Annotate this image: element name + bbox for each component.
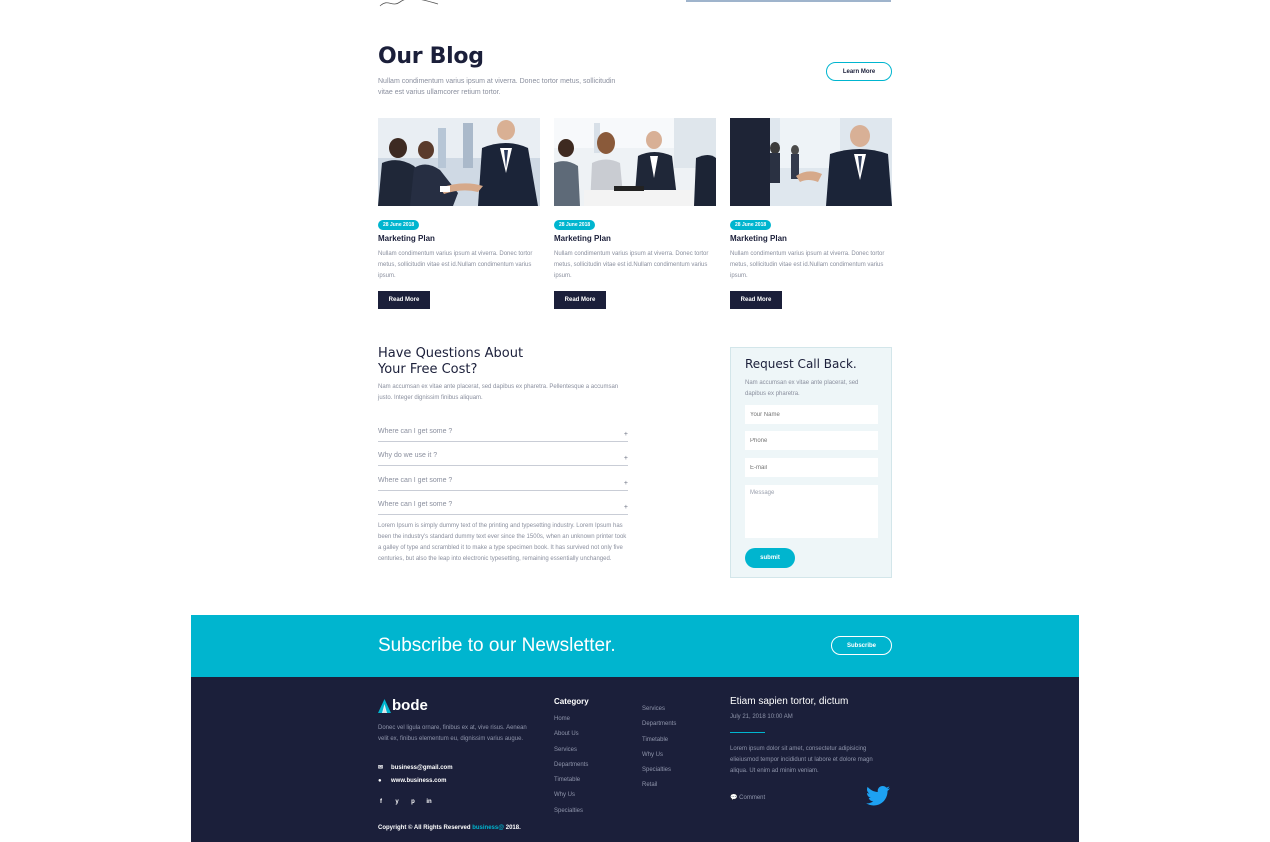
envelope-icon: ✉ [378, 765, 384, 771]
newsletter-banner: Subscribe to our Newsletter. Subscribe [191, 615, 1079, 677]
newsletter-title: Subscribe to our Newsletter. [378, 635, 616, 656]
twitter-icon[interactable]: y [394, 799, 400, 805]
card-title[interactable]: Marketing Plan [378, 234, 435, 243]
category-list: Services Departments Timetable Why Us Sp… [642, 706, 676, 798]
card-title[interactable]: Marketing Plan [554, 234, 611, 243]
email-field[interactable] [745, 458, 878, 477]
faq-item[interactable]: Where can I get some ? + [378, 501, 628, 515]
category-link[interactable]: Why Us [554, 792, 588, 807]
read-more-button[interactable]: Read More [730, 291, 782, 309]
plus-icon[interactable]: + [624, 431, 628, 438]
faq-question: Why do we use it ? [378, 452, 438, 459]
category-link[interactable]: Timetable [554, 777, 588, 792]
post-title[interactable]: Etiam sapien tortor, dictum [730, 696, 848, 707]
footer-logo[interactable]: bode [378, 697, 428, 714]
request-title: Request Call Back. [745, 357, 857, 371]
read-more-button[interactable]: Read More [554, 291, 606, 309]
category-link[interactable]: Why Us [642, 752, 676, 767]
questions-title: Have Questions About Your Free Cost? [378, 346, 598, 378]
blog-title: Our Blog [378, 44, 484, 69]
plus-icon[interactable]: + [624, 480, 628, 487]
plus-icon[interactable]: + [624, 455, 628, 462]
category-link[interactable]: Services [554, 747, 588, 762]
faq-question: Where can I get some ? [378, 477, 453, 484]
copyright-suffix: 2018. [504, 825, 521, 831]
category-link[interactable]: About Us [554, 731, 588, 746]
comment-label: Comment [739, 795, 766, 801]
faq-question: Where can I get some ? [378, 501, 453, 508]
footer: bode Donec vel ligula ornare, finibus ex… [191, 677, 1079, 842]
card-title[interactable]: Marketing Plan [730, 234, 787, 243]
website-text: www.business.com [391, 778, 447, 784]
category-link[interactable]: Services [642, 706, 676, 721]
card-text: Nullam condimentum varius ipsum at viver… [730, 251, 885, 279]
pinterest-icon[interactable]: p [410, 799, 416, 805]
signature-fragment [379, 0, 439, 7]
faq-question: Where can I get some ? [378, 428, 453, 435]
logo-icon [378, 698, 391, 713]
blog-card: 28 June 2018 Marketing Plan Nullam condi… [554, 118, 716, 309]
faq-item[interactable]: Where can I get some ? + [378, 477, 628, 491]
blog-image[interactable] [378, 118, 540, 206]
message-field[interactable]: Message [745, 485, 878, 538]
linkedin-icon[interactable]: in [426, 799, 432, 805]
category-link[interactable]: Retail [642, 782, 676, 797]
blog-description: Nullam condimentum varius ipsum at viver… [378, 78, 616, 96]
copyright: Copyright © All Rights Reserved business… [378, 825, 521, 831]
plus-icon[interactable]: + [624, 504, 628, 511]
comment-icon: 💬 [730, 795, 738, 801]
faq-item[interactable]: Why do we use it ? + [378, 452, 628, 466]
logo-text: bode [392, 697, 428, 714]
copyright-prefix: Copyright © All Rights Reserved [378, 825, 473, 831]
social-links: f y p in [378, 799, 442, 805]
faq-answer: Lorem Ipsum is simply dummy text of the … [378, 523, 627, 562]
card-text: Nullam condimentum varius ipsum at viver… [554, 251, 709, 279]
post-text: Lorem ipsum dolor sit amet, consectetur … [730, 746, 873, 774]
questions-title-line-1: Have Questions About [378, 346, 524, 361]
footer-description: Donec vel ligula ornare, finibus ex at, … [378, 725, 527, 742]
globe-icon: ● [378, 778, 382, 784]
divider [730, 732, 765, 733]
copyright-link[interactable]: business@ [472, 825, 504, 831]
category-title: Category [554, 697, 589, 706]
name-field[interactable] [745, 405, 878, 424]
submit-button[interactable]: submit [745, 548, 795, 568]
read-more-button[interactable]: Read More [378, 291, 430, 309]
blog-card: 28 June 2018 Marketing Plan Nullam condi… [730, 118, 892, 309]
category-list: Home About Us Services Departments Timet… [554, 716, 588, 823]
category-link[interactable]: Departments [642, 721, 676, 736]
phone-field[interactable] [745, 431, 878, 450]
post-date: July 21, 2018 10:00 AM [730, 714, 793, 720]
twitter-bird-icon[interactable] [866, 786, 890, 806]
blog-image[interactable] [554, 118, 716, 206]
questions-title-line-2: Your Free Cost? [378, 362, 478, 377]
category-link[interactable]: Home [554, 716, 588, 731]
comment-link[interactable]: 💬 Comment [730, 794, 765, 801]
request-callback-form: Request Call Back. Nam accumsan ex vitae… [730, 347, 892, 578]
facebook-icon[interactable]: f [378, 799, 384, 805]
date-badge: 28 June 2018 [554, 220, 596, 230]
footer-website[interactable]: ● www.business.com [378, 778, 446, 784]
email-text: business@gmail.com [391, 764, 453, 771]
card-text: Nullam condimentum varius ipsum at viver… [378, 251, 533, 279]
category-link[interactable]: Specialties [554, 808, 588, 823]
questions-description: Nam accumsan ex vitae ante placerat, sed… [378, 384, 619, 401]
learn-more-button[interactable]: Learn More [826, 62, 892, 81]
request-description: Nam accumsan ex vitae ante placerat, sed… [745, 380, 859, 397]
footer-email[interactable]: ✉ business@gmail.com [378, 764, 453, 772]
date-badge: 28 June 2018 [730, 220, 772, 230]
category-link[interactable]: Timetable [642, 737, 676, 752]
subscribe-button[interactable]: Subscribe [831, 636, 892, 655]
top-image-fragment [686, 0, 891, 2]
category-link[interactable]: Departments [554, 762, 588, 777]
date-badge: 28 June 2018 [378, 220, 420, 230]
category-link[interactable]: Specialties [642, 767, 676, 782]
blog-image[interactable] [730, 118, 892, 206]
faq-item[interactable]: Where can I get some ? + [378, 428, 628, 442]
blog-card: 28 June 2018 Marketing Plan Nullam condi… [378, 118, 540, 309]
